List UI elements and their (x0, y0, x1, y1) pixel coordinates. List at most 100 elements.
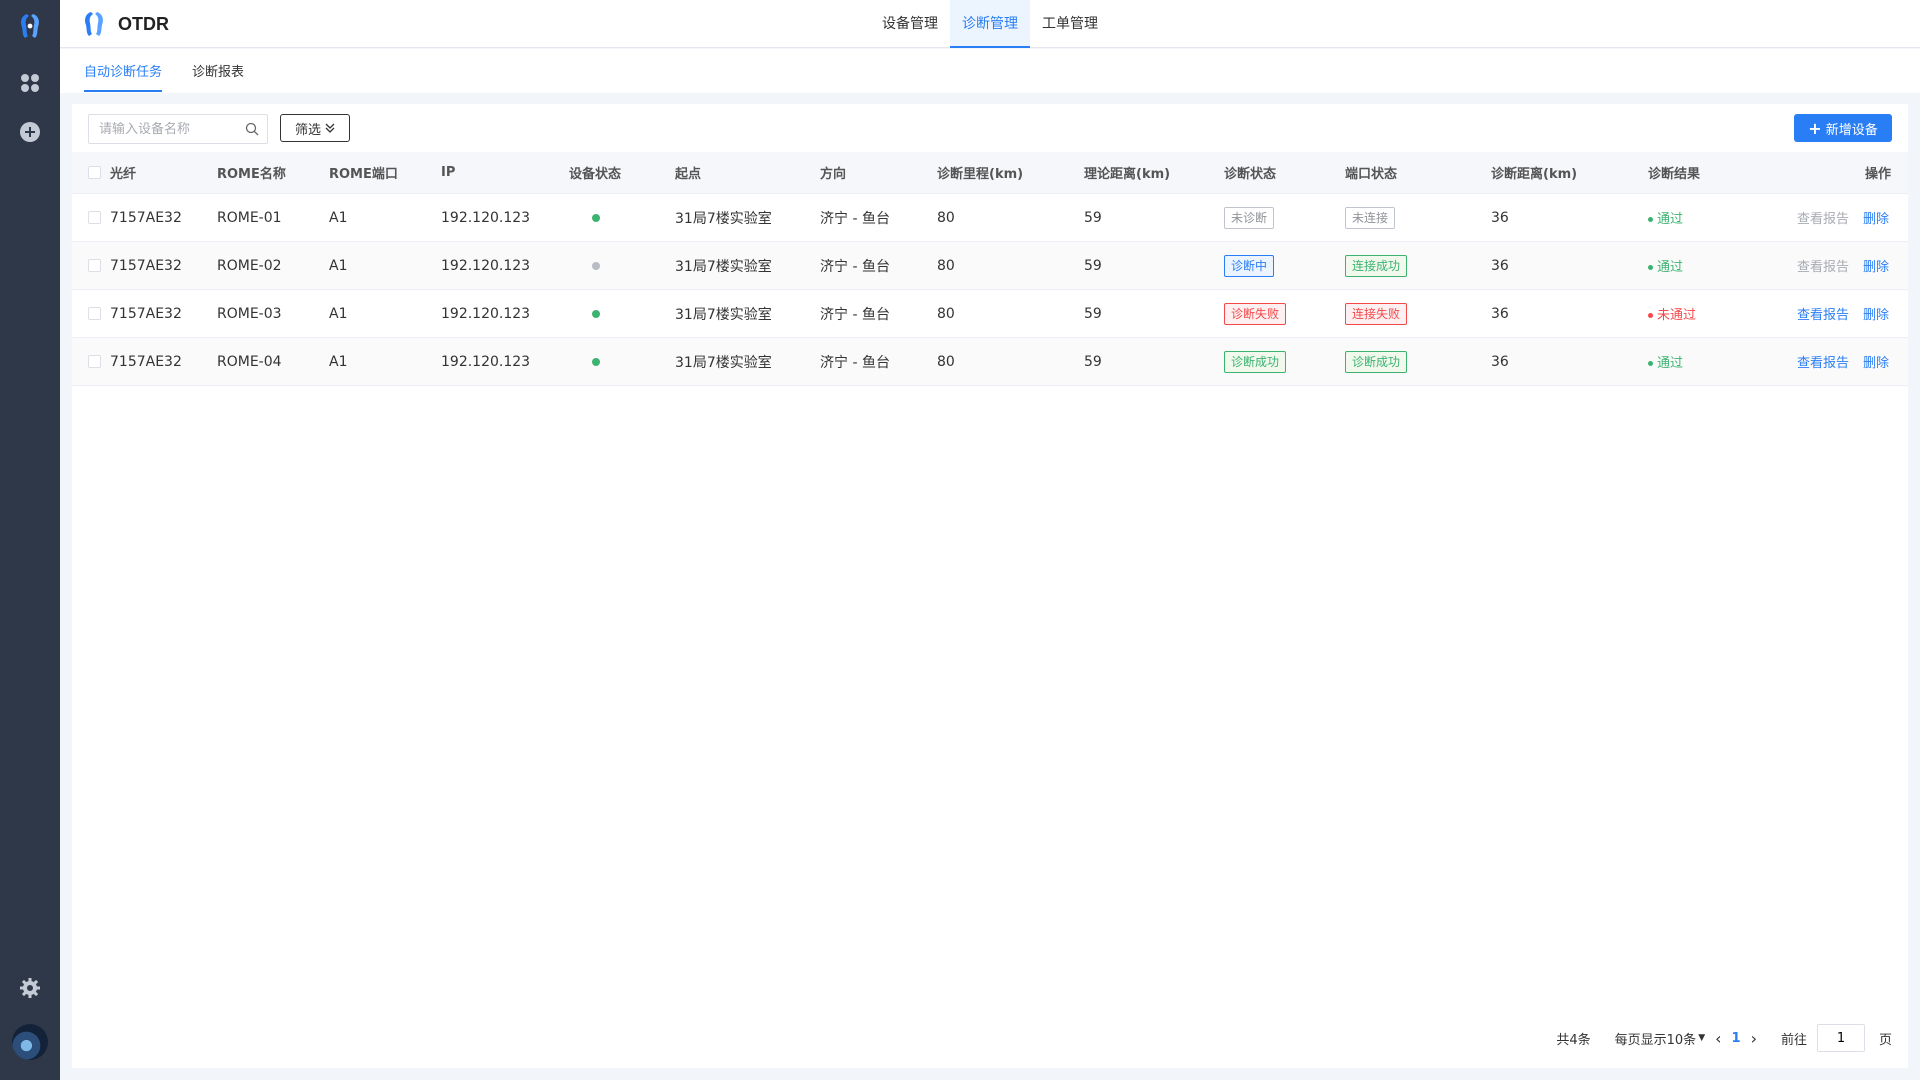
view-report-link[interactable]: 查看报告 (1797, 208, 1849, 227)
cell-rome-port: A1 (329, 305, 348, 322)
cell-fiber: 7157AE32 (110, 209, 182, 226)
cell-diagnosis-distance: 36 (1491, 257, 1509, 274)
delete-link[interactable]: 删除 (1863, 256, 1889, 275)
pagination: 共4条 每页显示10条 ▼ ‹ 1 › 前往 页 (1546, 1024, 1892, 1052)
logo-icon (85, 12, 103, 36)
delete-link[interactable]: 删除 (1863, 208, 1889, 227)
col-rome-name: ROME名称 (217, 167, 286, 182)
col-rome-port: ROME端口 (329, 167, 398, 182)
table-row: 7157AE32 ROME-04 A1 192.120.123 31局7楼实验室… (72, 338, 1908, 386)
col-fiber: 光纤 (110, 167, 137, 182)
cell-ip: 192.120.123 (441, 305, 531, 322)
result-label: 通过 (1657, 212, 1684, 227)
row-checkbox[interactable] (88, 211, 101, 224)
goto-prefix: 前往 (1780, 1032, 1807, 1048)
cell-rome-name: ROME-03 (217, 305, 282, 322)
cell-fiber: 7157AE32 (110, 257, 182, 274)
row-checkbox[interactable] (88, 307, 101, 320)
cell-rome-port: A1 (329, 353, 348, 370)
col-direction: 方向 (820, 167, 847, 182)
main-card: 筛选 + 新增设备 光纤 ROME名称 ROME端口 IP 设备状态 起点 方向… (72, 104, 1908, 1068)
plus-icon: + (1808, 118, 1822, 138)
table-header: 光纤 ROME名称 ROME端口 IP 设备状态 起点 方向 诊断里程(km) … (72, 152, 1908, 194)
cell-diagnosis-distance: 36 (1491, 209, 1509, 226)
page-size-label: 每页显示10条 (1614, 1032, 1697, 1048)
caret-down-icon: ▼ (1698, 1033, 1706, 1043)
cell-diagnosis-distance: 36 (1491, 353, 1509, 370)
cell-mileage: 80 (937, 305, 955, 322)
top-nav: 设备管理 诊断管理 工单管理 (870, 0, 1110, 48)
result-label: 通过 (1657, 356, 1684, 371)
cell-theory-distance: 59 (1084, 305, 1102, 322)
col-port-status: 端口状态 (1345, 167, 1398, 182)
result-dot (1648, 217, 1653, 222)
cell-diagnosis-distance: 36 (1491, 305, 1509, 322)
col-actions: 操作 (1865, 167, 1892, 182)
logo-icon[interactable] (14, 10, 46, 42)
cell-direction: 济宁 - 鱼台 (820, 258, 890, 275)
settings-gear-icon[interactable] (19, 977, 41, 999)
next-page-icon[interactable]: › (1751, 1029, 1757, 1048)
cell-theory-distance: 59 (1084, 353, 1102, 370)
diagnosis-status-tag: 诊断成功 (1224, 350, 1287, 373)
cell-rome-port: A1 (329, 209, 348, 226)
goto-page-input[interactable] (1816, 1024, 1865, 1052)
row-checkbox[interactable] (88, 355, 101, 368)
page-size-select[interactable]: 每页显示10条 ▼ (1615, 1029, 1705, 1048)
col-diagnosis-result: 诊断结果 (1648, 167, 1701, 182)
cell-rome-name: ROME-04 (217, 353, 282, 370)
cell-rome-port: A1 (329, 257, 348, 274)
filter-label: 筛选 (294, 122, 321, 138)
port-status-tag: 未连接 (1345, 206, 1396, 229)
diagnosis-result: 未通过 (1648, 304, 1696, 323)
diagnosis-table: 光纤 ROME名称 ROME端口 IP 设备状态 起点 方向 诊断里程(km) … (72, 152, 1908, 386)
subtab-auto-diagnosis[interactable]: 自动诊断任务 (84, 61, 163, 92)
cell-start: 31局7楼实验室 (675, 210, 772, 227)
tab-diagnosis-management[interactable]: 诊断管理 (950, 0, 1030, 48)
view-report-link[interactable]: 查看报告 (1797, 304, 1849, 323)
search-icon[interactable] (245, 122, 259, 136)
port-status-tag: 连接失败 (1345, 302, 1408, 325)
delete-link[interactable]: 删除 (1863, 304, 1889, 323)
prev-page-icon[interactable]: ‹ (1715, 1029, 1721, 1048)
cell-theory-distance: 59 (1084, 209, 1102, 226)
left-rail (0, 0, 60, 1080)
subtab-diagnosis-report[interactable]: 诊断报表 (192, 61, 244, 90)
cell-start: 31局7楼实验室 (675, 306, 772, 323)
apps-grid-icon[interactable] (19, 72, 41, 94)
filter-button[interactable]: 筛选 (280, 114, 350, 142)
cell-direction: 济宁 - 鱼台 (820, 210, 890, 227)
search-box (88, 114, 268, 144)
cell-mileage: 80 (937, 353, 955, 370)
device-status-dot (592, 309, 600, 318)
port-status-tag: 诊断成功 (1345, 350, 1408, 373)
diagnosis-result: 通过 (1648, 208, 1683, 227)
diagnosis-result: 通过 (1648, 256, 1683, 275)
top-header: OTDR 设备管理 诊断管理 工单管理 (60, 0, 1920, 48)
cell-direction: 济宁 - 鱼台 (820, 354, 890, 371)
user-avatar[interactable] (12, 1024, 48, 1060)
add-device-button[interactable]: + 新增设备 (1794, 114, 1892, 142)
col-mileage: 诊断里程(km) (937, 167, 1024, 182)
tab-device-management[interactable]: 设备管理 (870, 0, 950, 48)
view-report-link[interactable]: 查看报告 (1797, 256, 1849, 275)
cell-ip: 192.120.123 (441, 353, 531, 370)
device-status-dot (592, 357, 600, 366)
tab-work-order-management[interactable]: 工单管理 (1030, 0, 1110, 48)
row-checkbox[interactable] (88, 259, 101, 272)
search-input[interactable] (99, 121, 245, 137)
diagnosis-result: 通过 (1648, 352, 1683, 371)
cell-mileage: 80 (937, 209, 955, 226)
page-number-current[interactable]: 1 (1732, 1031, 1741, 1046)
select-all-checkbox[interactable] (88, 166, 101, 179)
cell-fiber: 7157AE32 (110, 305, 182, 322)
double-chevron-down-icon (325, 123, 335, 133)
view-report-link[interactable]: 查看报告 (1797, 352, 1849, 371)
goto-suffix: 页 (1878, 1032, 1892, 1048)
cell-fiber: 7157AE32 (110, 353, 182, 370)
cell-direction: 济宁 - 鱼台 (820, 306, 890, 323)
device-status-dot (592, 261, 600, 270)
delete-link[interactable]: 删除 (1863, 352, 1889, 371)
add-circle-icon[interactable] (19, 121, 41, 143)
diagnosis-status-tag: 诊断中 (1224, 254, 1275, 277)
